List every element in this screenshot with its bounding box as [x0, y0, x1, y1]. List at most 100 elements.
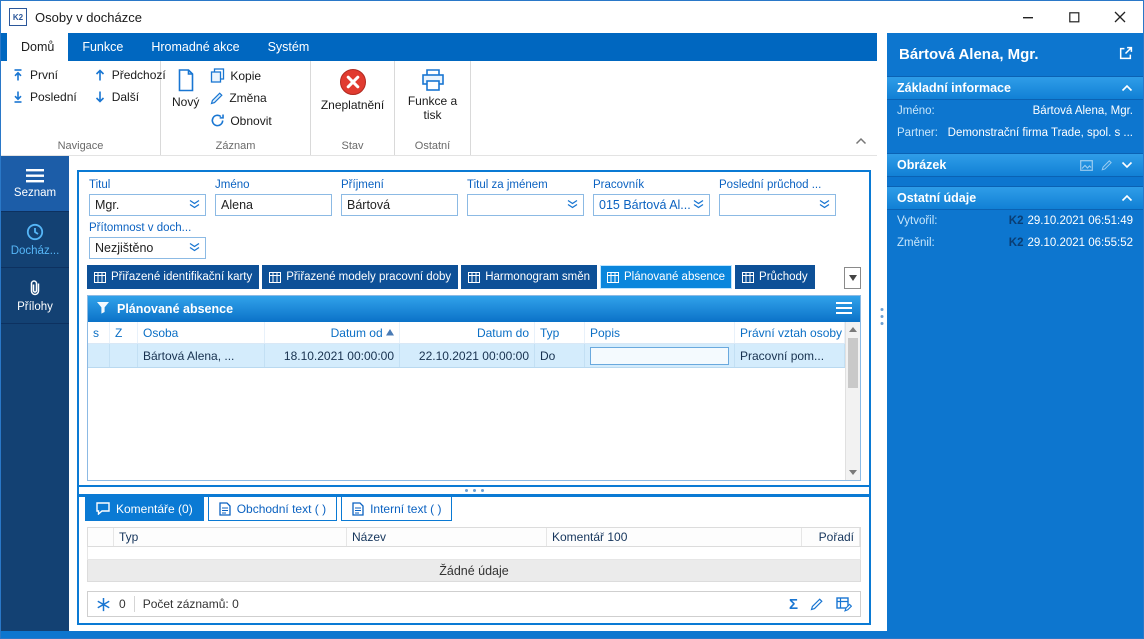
field-jmeno-label: Jméno	[215, 179, 250, 191]
table-edit-icon[interactable]	[836, 596, 852, 612]
user-badge: K2	[1008, 215, 1024, 227]
previous-record-button[interactable]: Předchozí	[88, 64, 171, 86]
sidebar-item-seznam-label: Seznam	[13, 186, 57, 199]
column-header-pravni-vztah[interactable]: Právní vztah osoby	[735, 322, 845, 343]
refresh-record-label: Obnovit	[230, 113, 272, 128]
tab-overflow-button[interactable]	[844, 267, 861, 289]
field-pracovnik-input[interactable]: 015 Bártová Al...	[593, 194, 710, 216]
field-titul-za-jmenem-input[interactable]	[467, 194, 584, 216]
column-header-select[interactable]	[88, 528, 114, 546]
pencil-icon	[210, 92, 223, 105]
combo-dropdown-icon[interactable]	[819, 198, 830, 212]
hamburger-icon	[26, 168, 44, 182]
sidebar-item-prilohy[interactable]: Přílohy	[1, 268, 69, 324]
scroll-down-button[interactable]	[846, 465, 860, 480]
tab-obchodni-text[interactable]: Obchodní text ( )	[207, 497, 338, 521]
minimize-button[interactable]	[1005, 1, 1051, 33]
cell-popis-focused[interactable]	[585, 344, 735, 367]
filter-funnel-icon[interactable]	[96, 301, 110, 317]
arrow-up-bar-icon	[14, 69, 22, 81]
ribbon-tab-hromadne-akce[interactable]: Hromadné akce	[137, 33, 253, 61]
column-header-typ[interactable]: Typ	[535, 322, 585, 343]
grid-menu-icon[interactable]	[836, 301, 852, 317]
sidebar-item-dochazka[interactable]: Docház...	[1, 212, 69, 268]
scroll-track[interactable]	[846, 337, 860, 465]
tab-prirazene-modely-pracovni-doby[interactable]: Přiřazené modely pracovní doby	[262, 265, 459, 289]
new-record-button[interactable]: Nový	[166, 64, 205, 114]
column-header-z[interactable]: Z	[110, 322, 138, 343]
ribbon-tab-funkce[interactable]: Funkce	[68, 33, 137, 61]
record-count-label: Počet záznamů: 0	[142, 597, 239, 611]
cell-z	[110, 344, 138, 367]
copy-record-button[interactable]: Kopie	[205, 64, 276, 87]
sum-icon[interactable]: Σ	[789, 596, 798, 613]
combo-dropdown-icon[interactable]	[693, 198, 704, 212]
copy-record-label: Kopie	[230, 68, 262, 83]
last-record-button[interactable]: Poslední	[6, 86, 82, 108]
close-button[interactable]	[1097, 1, 1143, 33]
tab-planovane-absence[interactable]: Plánované absence	[600, 265, 733, 289]
field-pracovnik-value: 015 Bártová Al...	[599, 198, 691, 212]
section-header-obrazek[interactable]: Obrázek	[887, 153, 1143, 177]
functions-print-button[interactable]: Funkce a tisk	[402, 64, 464, 127]
field-posledni-pruchod-input[interactable]	[719, 194, 836, 216]
combo-dropdown-icon[interactable]	[189, 241, 200, 255]
tab-interni-text[interactable]: Interní text ( )	[341, 497, 453, 521]
grid-icon	[468, 271, 481, 283]
invalidate-button[interactable]: Zneplatnění	[315, 64, 390, 117]
vertical-splitter[interactable]	[877, 33, 887, 631]
first-record-button[interactable]: První	[6, 64, 82, 86]
open-in-window-icon[interactable]	[1118, 46, 1133, 66]
ribbon: První Předchozí Poslední Další Navigace …	[1, 61, 877, 156]
grid-vertical-scrollbar[interactable]	[845, 322, 860, 480]
column-header-poradi[interactable]: Pořadí	[802, 528, 860, 546]
scroll-up-button[interactable]	[846, 322, 860, 337]
ribbon-tab-system[interactable]: Systém	[254, 33, 324, 61]
field-pritomnost: Přítomnost v doch... Nezjištěno	[89, 222, 206, 259]
sidebar-item-seznam[interactable]: Seznam	[1, 156, 69, 212]
combo-dropdown-icon[interactable]	[189, 198, 200, 212]
field-pritomnost-input[interactable]: Nezjištěno	[89, 237, 206, 259]
tab-prirazene-identifikacni-karty[interactable]: Přiřazené identifikační karty	[87, 265, 260, 289]
pencil-icon	[1101, 160, 1112, 171]
section-title: Základní informace	[897, 81, 1011, 95]
column-header-typ[interactable]: Typ	[114, 528, 347, 546]
section-header-zakladni-informace[interactable]: Základní informace	[887, 76, 1143, 100]
settings-asterisk-icon[interactable]	[96, 597, 111, 612]
column-header-s[interactable]: s	[88, 322, 110, 343]
row-value: Bártová Alena, Mgr.	[1032, 105, 1133, 117]
copy-icon	[211, 68, 225, 83]
field-jmeno-input[interactable]: Alena	[215, 194, 332, 216]
ribbon-tab-bar: Domů Funkce Hromadné akce Systém	[1, 33, 877, 61]
column-header-datum-od[interactable]: Datum od	[265, 322, 400, 343]
column-header-osoba[interactable]: Osoba	[138, 322, 265, 343]
horizontal-splitter[interactable]	[79, 485, 869, 497]
comments-column-headers: Typ Název Komentář 100 Pořadí	[87, 527, 861, 547]
tab-komentare[interactable]: Komentáře (0)	[85, 497, 204, 521]
field-titul-input[interactable]: Mgr.	[89, 194, 206, 216]
tab-label: Průchody	[759, 271, 808, 283]
ribbon-collapse-button[interactable]	[855, 132, 867, 150]
field-pritomnost-label[interactable]: Přítomnost v doch...	[89, 222, 206, 234]
row-value: K2 29.10.2021 06:51:49	[1008, 215, 1133, 227]
column-header-datum-do[interactable]: Datum do	[400, 322, 535, 343]
column-header-popis[interactable]: Popis	[585, 322, 735, 343]
field-prijmeni-input[interactable]: Bártová	[341, 194, 458, 216]
table-row[interactable]: Bártová Alena, ... 18.10.2021 00:00:00 2…	[88, 344, 845, 368]
section-header-ostatni-udaje[interactable]: Ostatní údaje	[887, 186, 1143, 210]
refresh-record-button[interactable]: Obnovit	[205, 109, 276, 132]
functions-print-label: Funkce a tisk	[407, 94, 458, 122]
column-header-komentar[interactable]: Komentář 100	[547, 528, 802, 546]
ribbon-tab-domu[interactable]: Domů	[7, 33, 69, 61]
field-posledni-pruchod: Poslední průchod ...	[719, 179, 836, 216]
next-record-button[interactable]: Další	[88, 86, 171, 108]
combo-dropdown-icon[interactable]	[567, 198, 578, 212]
maximize-button[interactable]	[1051, 1, 1097, 33]
column-header-nazev[interactable]: Název	[347, 528, 547, 546]
edit-pencil-icon[interactable]	[810, 597, 824, 611]
edit-record-button[interactable]: Změna	[205, 87, 276, 109]
tab-harmonogram-smen[interactable]: Harmonogram směn	[461, 265, 598, 289]
tab-pruchody[interactable]: Průchody	[735, 265, 815, 289]
scroll-thumb[interactable]	[848, 338, 858, 388]
tab-label: Plánované absence	[624, 271, 726, 283]
